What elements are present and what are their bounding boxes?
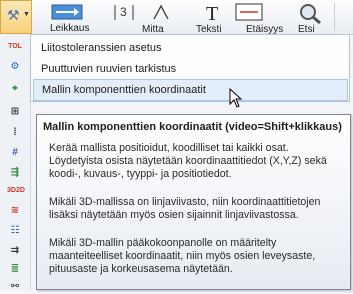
chain-icon[interactable]: ⚯ xyxy=(7,280,23,294)
svg-text:3: 3 xyxy=(120,5,127,19)
ribbon-divider xyxy=(334,3,335,31)
menu-item-tolerance-settings[interactable]: Liitostoleranssien asetus xyxy=(33,37,348,59)
grid-icon[interactable]: ⊞ xyxy=(7,105,23,119)
menu-item-missing-screws-check[interactable]: Puuttuvien ruuvien tarkistus xyxy=(33,58,348,80)
text-icon[interactable]: T xyxy=(204,2,222,22)
ribbon-label-section[interactable]: Leikkaus xyxy=(50,23,89,34)
chevron-down-icon: ▼ xyxy=(23,11,30,18)
tooltip-paragraph-2: Mikäli 3D-mallissa on linjaviivasto, nii… xyxy=(49,196,321,221)
search-icon[interactable] xyxy=(296,2,324,24)
hash-icon[interactable]: # xyxy=(7,146,23,160)
tooltip-paragraph-3: Mikäli 3D-mallin pääkokoonpanolle on mää… xyxy=(49,237,316,275)
arrow-stack-icon[interactable]: ⇶ xyxy=(7,166,23,180)
menu-item-component-coordinates[interactable]: Mallin komponenttien koordinaatit xyxy=(33,79,348,101)
ladder-icon[interactable]: ☷ xyxy=(7,224,23,238)
line-arrow-icon[interactable]: ⇉ xyxy=(7,244,23,258)
dimension-icon[interactable] xyxy=(150,2,172,22)
section-view-icon[interactable] xyxy=(50,2,84,22)
wave-icon[interactable]: ≋ xyxy=(7,204,23,218)
screw-check-icon[interactable]: ⚙ xyxy=(7,60,23,74)
3d-2d-icon[interactable]: 3D2D xyxy=(7,184,25,198)
tooltip: Mallin komponenttien koordinaatit (video… xyxy=(36,114,351,290)
ribbon-toolbar: ⚒ ▼ Leikkaus 3 Mitta T Teksti Etäisyys E… xyxy=(0,0,353,35)
dots-icon[interactable]: ⁞ xyxy=(7,126,23,140)
tooltip-paragraph-1: Kerää mallista positioidut, koodilliset … xyxy=(49,142,327,180)
tooltip-title: Mallin komponenttien koordinaatit (video… xyxy=(43,121,342,133)
coordinate-icon[interactable]: ⌖ xyxy=(7,82,23,96)
stack-dimension-icon[interactable]: 3 xyxy=(112,2,136,22)
tools-dropdown-menu: Liitostoleranssien asetus Puuttuvien ruu… xyxy=(30,34,350,102)
left-toolbar: TOL ⚙ ⌖ ⊞ ⁞ # ⇶ 3D2D ≋ ☷ ⇉ ≣ ⚯ xyxy=(0,34,31,292)
tools-dropdown-button[interactable]: ⚒ ▼ xyxy=(0,0,32,34)
tools-icon: ⚒ xyxy=(7,7,20,23)
tolerance-icon[interactable]: TOL xyxy=(7,40,23,54)
svg-text:T: T xyxy=(206,3,218,22)
distance-icon[interactable] xyxy=(232,2,268,24)
stack-icon[interactable]: ≣ xyxy=(7,262,23,276)
mouse-cursor-icon xyxy=(229,88,243,108)
